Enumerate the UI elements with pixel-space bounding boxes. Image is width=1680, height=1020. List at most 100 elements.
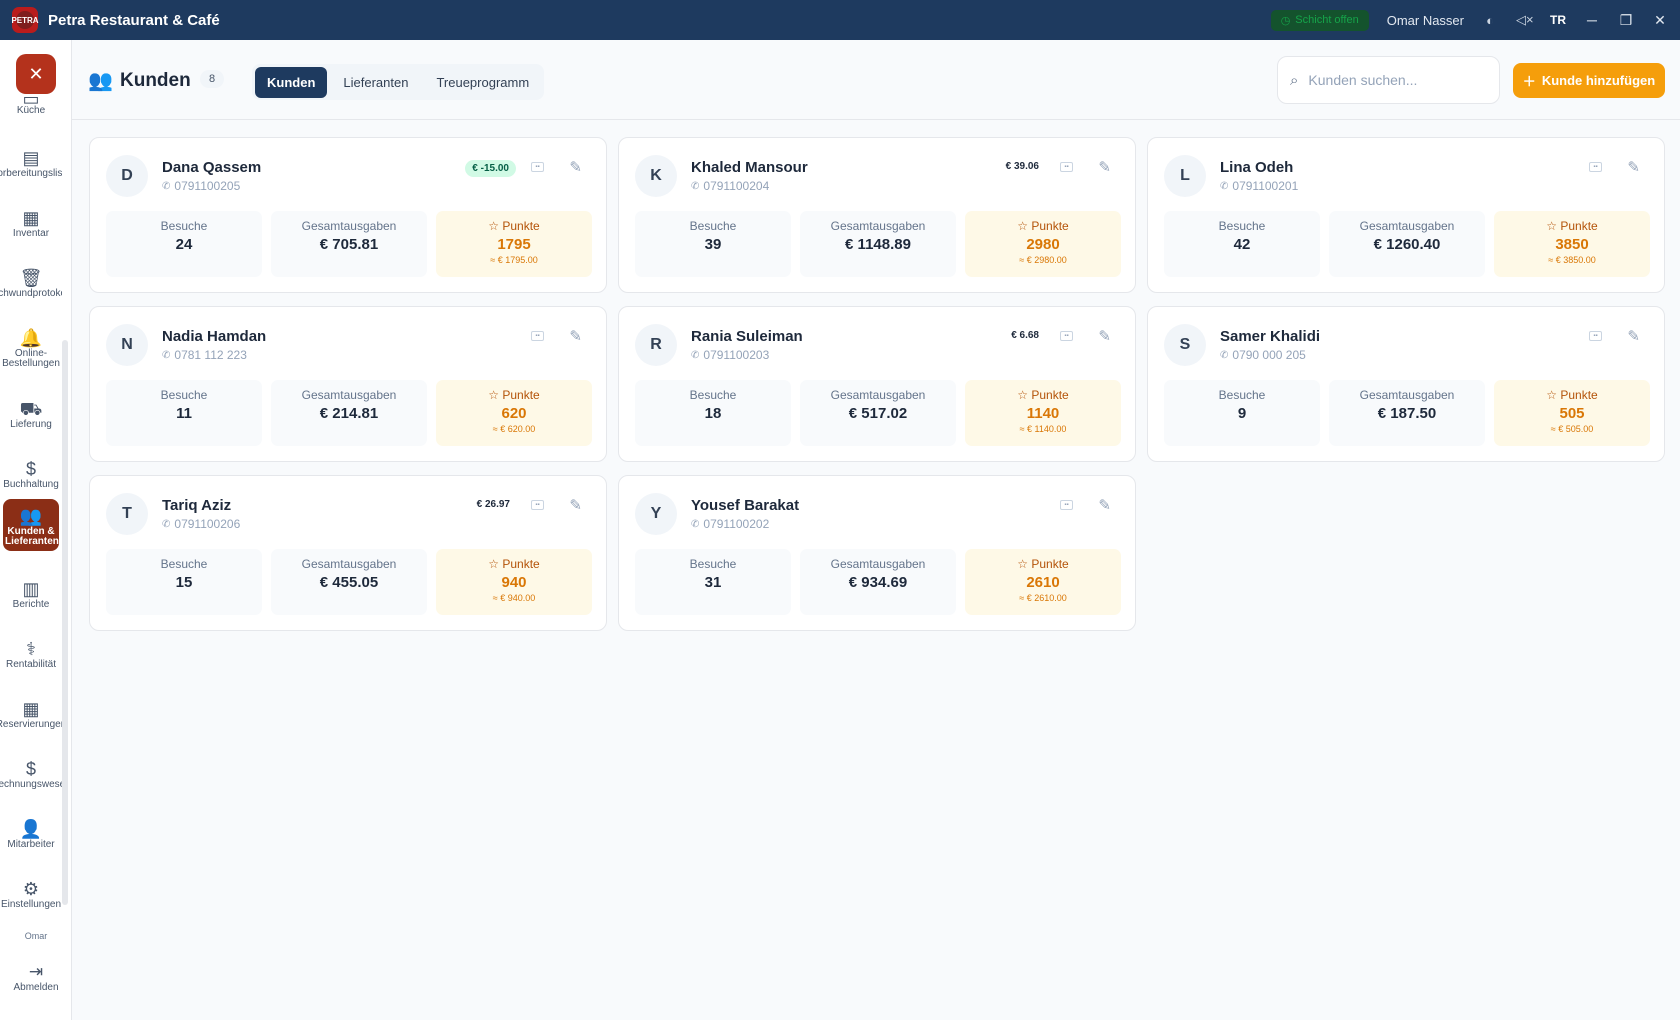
shift-status-badge[interactable]: ◷ Schicht offen — [1270, 9, 1369, 31]
customer-phone: ✆ 0790 000 205 — [1220, 348, 1306, 362]
avatar: R — [635, 324, 677, 366]
phone-icon: ✆ — [691, 518, 700, 530]
sidebar-item-waste-log[interactable]: 🗑 Schwundprotokoll — [0, 267, 62, 299]
tab-kunden[interactable]: Kunden — [255, 66, 328, 98]
star-icon: ☆ — [1017, 219, 1029, 233]
sidebar-item-inventar[interactable]: ▦ Inventar — [0, 207, 62, 239]
edit-icon[interactable]: ✎ — [1098, 327, 1111, 345]
avatar: L — [1164, 155, 1206, 197]
sidebar-item-prep-list[interactable]: ▤ Vorbereitungsliste — [0, 147, 62, 179]
id-card-icon[interactable]: ▪▪ — [1589, 162, 1602, 172]
id-card-icon[interactable]: ▪▪ — [1060, 162, 1073, 172]
id-card-icon[interactable]: ▪▪ — [531, 500, 544, 510]
calendar-icon: ▦ — [22, 699, 40, 719]
sidebar-scrollbar[interactable] — [62, 340, 68, 905]
customer-name: Lina Odeh — [1220, 159, 1294, 176]
minimize-icon[interactable]: ─ — [1584, 12, 1600, 28]
id-card-icon[interactable]: ▪▪ — [1589, 331, 1602, 341]
add-customer-button[interactable]: ＋ Kunde hinzufügen — [1513, 63, 1665, 98]
edit-icon[interactable]: ✎ — [1627, 327, 1640, 345]
points-stat: ☆ Punkte 1140 ≈ € 1140.00 — [965, 380, 1121, 446]
edit-icon[interactable]: ✎ — [569, 496, 582, 514]
mute-icon[interactable]: ◁× — [1516, 12, 1534, 28]
sidebar-item-einstellungen[interactable]: ⚙ Einstellungen — [0, 878, 62, 910]
avatar: Y — [635, 493, 677, 535]
id-card-icon[interactable]: ▪▪ — [531, 331, 544, 341]
language-switch[interactable]: TR — [1550, 13, 1566, 27]
phone-icon: ✆ — [691, 180, 700, 192]
customer-card[interactable]: Y Yousef Barakat ✆ 0791100202 ▪▪ ✎ Besuc… — [618, 475, 1136, 631]
restaurant-logo-icon[interactable]: ✕ — [16, 54, 56, 94]
gear-icon: ⚙ — [22, 879, 40, 899]
tab-lieferanten[interactable]: Lieferanten — [331, 67, 420, 98]
points-stat: ☆ Punkte 2980 ≈ € 2980.00 — [965, 211, 1121, 277]
sidebar-item-mitarbeiter[interactable]: 👤 Mitarbeiter — [0, 818, 62, 850]
customer-card[interactable]: S Samer Khalidi ✆ 0790 000 205 ▪▪ ✎ Besu… — [1147, 306, 1665, 462]
customer-card[interactable]: N Nadia Hamdan ✆ 0781 112 223 ▪▪ ✎ Besuc… — [89, 306, 607, 462]
phone-icon: ✆ — [1220, 180, 1229, 192]
avatar: D — [106, 155, 148, 197]
visits-stat: Besuche 18 — [635, 380, 791, 446]
sidebar-item-online-orders[interactable]: 🔔 Online-Bestellungen — [0, 327, 62, 369]
sidebar-item-rechnungswesen[interactable]: $ Rechnungswesen — [0, 758, 62, 790]
edit-icon[interactable]: ✎ — [569, 327, 582, 345]
customer-card[interactable]: L Lina Odeh ✆ 0791100201 ▪▪ ✎ Besuche 42… — [1147, 137, 1665, 293]
customer-card[interactable]: R Rania Suleiman ✆ 0791100203 € 6.68 ▪▪ … — [618, 306, 1136, 462]
customer-card[interactable]: T Tariq Aziz ✆ 0791100206 € 26.97 ▪▪ ✎ B… — [89, 475, 607, 631]
spend-stat: Gesamtausgaben € 214.81 — [271, 380, 427, 446]
sidebar-item-rentabilitaet[interactable]: ⚕ Rentabilität — [0, 638, 62, 670]
id-card-icon[interactable]: ▪▪ — [1060, 500, 1073, 510]
customer-card[interactable]: K Khaled Mansour ✆ 0791100204 € 39.06 ▪▪… — [618, 137, 1136, 293]
sidebar-item-berichte[interactable]: ▥ Berichte — [0, 578, 62, 610]
current-user[interactable]: Omar Nasser — [1387, 13, 1464, 28]
visits-stat: Besuche 24 — [106, 211, 262, 277]
search-input[interactable] — [1308, 72, 1479, 88]
clock-icon: ◷ — [1280, 14, 1291, 27]
id-card-icon[interactable]: ▪▪ — [1060, 331, 1073, 341]
customer-name: Rania Suleiman — [691, 328, 803, 345]
customer-name: Dana Qassem — [162, 159, 262, 176]
sidebar-item-reservierungen[interactable]: ▦ Reservierungen — [0, 698, 62, 730]
spend-stat: Gesamtausgaben € 1148.89 — [800, 211, 956, 277]
spend-stat: Gesamtausgaben € 705.81 — [271, 211, 427, 277]
dollar-file-icon: $ — [25, 759, 36, 779]
customer-phone: ✆ 0791100204 — [691, 179, 770, 193]
customer-phone: ✆ 0781 112 223 — [162, 348, 247, 362]
balance-badge: € 39.06 — [1005, 161, 1039, 172]
points-stat: ☆ Punkte 3850 ≈ € 3850.00 — [1494, 211, 1650, 277]
id-card-icon[interactable]: ▪▪ — [531, 162, 544, 172]
sidebar-item-lieferung[interactable]: ⛟ Lieferung — [0, 398, 62, 430]
avatar: S — [1164, 324, 1206, 366]
restore-icon[interactable]: ❐ — [1618, 12, 1634, 29]
points-stat: ☆ Punkte 2610 ≈ € 2610.00 — [965, 549, 1121, 615]
spend-stat: Gesamtausgaben € 1260.40 — [1329, 211, 1485, 277]
customer-card[interactable]: D Dana Qassem ✆ 0791100205 € -15.00 ▪▪ ✎… — [89, 137, 607, 293]
search-box[interactable]: ⌕ — [1277, 56, 1500, 104]
logout-button[interactable]: ⇥ Abmelden — [0, 962, 72, 993]
customer-phone: ✆ 0791100202 — [691, 517, 770, 531]
edit-icon[interactable]: ✎ — [569, 158, 582, 176]
users-icon: 👥 — [88, 70, 113, 92]
customer-name: Samer Khalidi — [1220, 328, 1321, 345]
sidebar-item-kunden-lieferanten[interactable]: 👥 Kunden & Lieferanten — [3, 499, 59, 551]
edit-icon[interactable]: ✎ — [1098, 496, 1111, 514]
star-icon: ☆ — [488, 557, 500, 571]
tab-treueprogramm[interactable]: Treueprogramm — [424, 67, 541, 98]
stethoscope-icon: ⚕ — [26, 639, 36, 659]
edit-icon[interactable]: ✎ — [1627, 158, 1640, 176]
spend-stat: Gesamtausgaben € 455.05 — [271, 549, 427, 615]
visits-stat: Besuche 15 — [106, 549, 262, 615]
visits-stat: Besuche 39 — [635, 211, 791, 277]
staff-icon: 👤 — [19, 819, 43, 839]
phone-icon: ✆ — [162, 180, 171, 192]
sidebar-item-kueche[interactable]: ▭ Küche — [0, 96, 62, 116]
title-bar: PETRA Petra Restaurant & Café ◷ Schicht … — [0, 0, 1680, 40]
edit-icon[interactable]: ✎ — [1098, 158, 1111, 176]
customer-phone: ✆ 0791100205 — [162, 179, 241, 193]
sidebar-item-buchhaltung[interactable]: $ Buchhaltung — [0, 458, 62, 490]
palette-icon[interactable]: ◐ — [1482, 13, 1498, 28]
star-icon: ☆ — [488, 388, 500, 402]
customer-name: Khaled Mansour — [691, 159, 808, 176]
chart-icon: ▥ — [22, 579, 40, 599]
close-icon[interactable]: ✕ — [1652, 12, 1668, 29]
